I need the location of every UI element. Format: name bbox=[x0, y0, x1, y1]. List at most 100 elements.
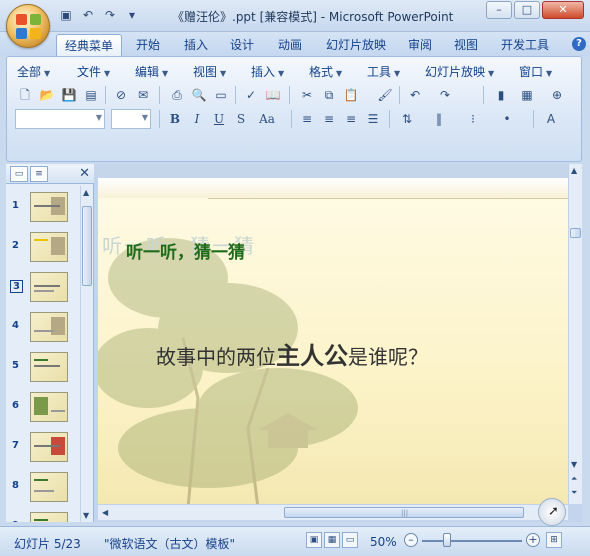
font-size-dropdown[interactable]: ▼ bbox=[111, 109, 151, 129]
font-name-dropdown[interactable]: ▼ bbox=[15, 109, 105, 129]
permission-icon[interactable]: ▤ bbox=[81, 85, 101, 105]
numbering-icon[interactable]: ⁝ bbox=[463, 109, 483, 129]
scroll-up-icon[interactable]: ▲ bbox=[571, 166, 577, 175]
zoom-in-icon[interactable]: + bbox=[526, 533, 540, 547]
menu-slideshow[interactable]: 幻灯片放映 ▼ bbox=[425, 63, 494, 80]
thumbnail-scrollbar[interactable]: ▲ ▼ bbox=[80, 186, 93, 522]
menu-tools[interactable]: 工具 ▼ bbox=[367, 63, 400, 80]
tab-design[interactable]: 设计 bbox=[222, 34, 262, 56]
new-icon[interactable]: 🗋 bbox=[15, 85, 35, 105]
tab-review[interactable]: 审阅 bbox=[400, 34, 440, 56]
slide-body-text[interactable]: 故事中的两位主人公是谁呢？ bbox=[156, 336, 428, 371]
fit-to-window-icon[interactable]: ⊞ bbox=[546, 532, 562, 548]
normal-view-icon[interactable]: ▣ bbox=[306, 532, 322, 548]
chart-icon[interactable]: ▮ bbox=[491, 85, 511, 105]
scroll-down-icon[interactable]: ▼ bbox=[83, 511, 89, 520]
thumbnail-item[interactable]: 2 bbox=[6, 230, 80, 266]
tab-classic-menu[interactable]: 经典菜单 bbox=[56, 34, 122, 56]
menu-view[interactable]: 视图 ▼ bbox=[193, 63, 226, 80]
format-painter-icon[interactable]: 🖌 bbox=[375, 85, 395, 105]
maximize-button[interactable]: □ bbox=[514, 1, 540, 19]
slide-sorter-icon[interactable]: ▦ bbox=[324, 532, 340, 548]
scroll-down-icon[interactable]: ▼ bbox=[571, 460, 577, 469]
italic-button[interactable]: I bbox=[187, 109, 207, 129]
bullets-icon[interactable]: • bbox=[497, 109, 517, 129]
tab-insert[interactable]: 插入 bbox=[176, 34, 216, 56]
slide-horizontal-scrollbar[interactable]: ◀ ||| ▶ bbox=[98, 504, 568, 520]
thumbnail-item[interactable]: 5 bbox=[6, 350, 80, 386]
print-icon[interactable]: ⎙ bbox=[167, 85, 187, 105]
menu-all[interactable]: 全部 ▼ bbox=[17, 63, 50, 80]
menu-edit[interactable]: 编辑 ▼ bbox=[135, 63, 168, 80]
zoom-level[interactable]: 50% bbox=[370, 535, 397, 549]
minimize-button[interactable]: – bbox=[486, 1, 512, 19]
shadow-button[interactable]: S bbox=[231, 109, 251, 129]
paste-icon[interactable]: 📋 bbox=[341, 85, 361, 105]
thesaurus-icon[interactable]: 📖 bbox=[263, 85, 283, 105]
thumbnail-item[interactable]: 4 bbox=[6, 310, 80, 346]
scroll-thumb[interactable] bbox=[82, 206, 92, 286]
slideshow-view-icon[interactable]: ▭ bbox=[342, 532, 358, 548]
tab-home[interactable]: 开始 bbox=[128, 34, 168, 56]
email-icon[interactable]: ✉ bbox=[133, 85, 153, 105]
copy-icon[interactable]: ⧉ bbox=[319, 85, 339, 105]
slide-canvas[interactable]: 听一听，猜一猜 听一听，猜一猜 故事中的两位主人公是谁呢？ bbox=[98, 178, 568, 504]
undo-icon[interactable]: ↶ bbox=[80, 7, 96, 23]
text-direction-icon[interactable]: ⇅ bbox=[397, 109, 417, 129]
align-right-icon[interactable]: ≡ bbox=[341, 109, 361, 129]
menu-format[interactable]: 格式 ▼ bbox=[309, 63, 342, 80]
tab-view[interactable]: 视图 bbox=[446, 34, 486, 56]
menu-file[interactable]: 文件 ▼ bbox=[77, 63, 110, 80]
help-icon[interactable]: ? bbox=[572, 37, 586, 51]
align-center-icon[interactable]: ≡ bbox=[319, 109, 339, 129]
undo-icon[interactable]: ↶ bbox=[405, 85, 425, 105]
change-case-button[interactable]: Aa bbox=[255, 109, 279, 129]
thumbnail-item[interactable]: 1 bbox=[6, 190, 80, 226]
scroll-thumb[interactable] bbox=[570, 228, 581, 238]
align-left-icon[interactable]: ≡ bbox=[297, 109, 317, 129]
previous-slide-icon[interactable]: ⏶ bbox=[571, 474, 577, 484]
research-icon[interactable]: ▭ bbox=[211, 85, 231, 105]
slide-heading[interactable]: 听一听，猜一猜 bbox=[126, 238, 245, 263]
office-button[interactable] bbox=[6, 4, 50, 48]
menu-insert[interactable]: 插入 ▼ bbox=[251, 63, 284, 80]
hyperlink-icon[interactable]: ⊕ bbox=[547, 85, 567, 105]
bold-button[interactable]: B bbox=[165, 109, 185, 129]
close-icon[interactable]: ✕ bbox=[79, 166, 90, 181]
tab-developer[interactable]: 开发工具 bbox=[494, 34, 556, 56]
slide-vertical-scrollbar[interactable]: ▲ ▼ ⏶ ⏷ bbox=[568, 164, 582, 504]
zoom-out-icon[interactable]: – bbox=[404, 533, 418, 547]
thumbnail-item[interactable]: 8 bbox=[6, 470, 80, 506]
underline-button[interactable]: U bbox=[209, 109, 229, 129]
slides-tab-icon[interactable]: ▭ bbox=[10, 166, 28, 182]
redo-icon[interactable]: ↷ bbox=[435, 85, 455, 105]
spelling-icon[interactable]: ✓ bbox=[241, 85, 261, 105]
save-icon[interactable]: 💾 bbox=[59, 85, 79, 105]
save-icon[interactable]: ▣ bbox=[58, 7, 74, 23]
tab-slideshow[interactable]: 幻灯片放映 bbox=[318, 34, 394, 56]
justify-icon[interactable]: ☰ bbox=[363, 109, 383, 129]
font-color-icon[interactable]: A bbox=[541, 109, 561, 129]
print-preview-icon[interactable]: 🔍 bbox=[189, 85, 209, 105]
tab-animation[interactable]: 动画 bbox=[270, 34, 310, 56]
menu-window[interactable]: 窗口 ▼ bbox=[519, 63, 552, 80]
pdf-icon[interactable]: ⊘ bbox=[111, 85, 131, 105]
cut-icon[interactable]: ✂ bbox=[297, 85, 317, 105]
thumbnail-item[interactable]: 9 bbox=[6, 510, 80, 522]
close-button[interactable]: ✕ bbox=[542, 1, 584, 19]
thumbnail-item[interactable]: 7 bbox=[6, 430, 80, 466]
table-icon[interactable]: ▦ bbox=[517, 85, 537, 105]
outline-tab-icon[interactable]: ≡ bbox=[30, 166, 48, 182]
scroll-thumb[interactable]: ||| bbox=[284, 507, 524, 518]
thumbnail-item[interactable]: 3 bbox=[6, 270, 80, 306]
open-icon[interactable]: 📂 bbox=[37, 85, 57, 105]
customize-icon[interactable]: ▾ bbox=[124, 7, 140, 23]
thumbnail-item[interactable]: 6 bbox=[6, 390, 80, 426]
scroll-left-icon[interactable]: ◀ bbox=[102, 508, 108, 517]
zoom-slider[interactable] bbox=[422, 540, 522, 542]
redo-icon[interactable]: ↷ bbox=[102, 7, 118, 23]
line-spacing-icon[interactable]: ‖ bbox=[429, 109, 449, 129]
zoom-slider-thumb[interactable] bbox=[443, 533, 451, 547]
next-slide-icon[interactable]: ⏷ bbox=[571, 488, 577, 498]
scroll-up-icon[interactable]: ▲ bbox=[83, 188, 89, 197]
